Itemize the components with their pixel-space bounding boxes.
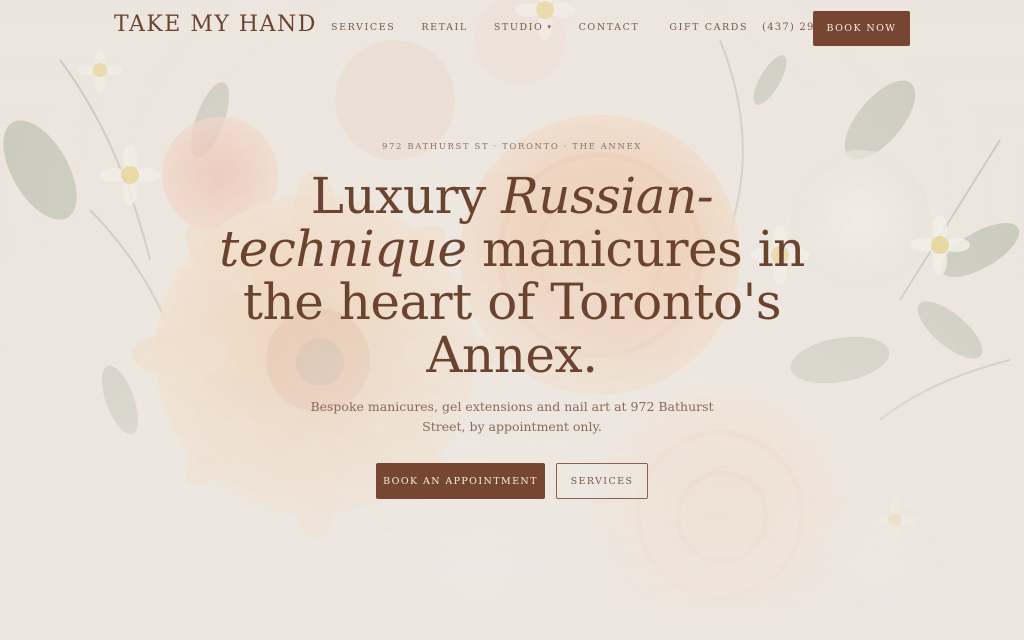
services-button[interactable]: SERVICES [556,463,648,499]
hero-subtext: Bespoke manicures, gel extensions and na… [310,399,714,434]
headline-part-1: Luxury [310,167,502,225]
chevron-down-icon: ▾ [547,23,553,31]
main-nav: SERVICES RETAIL STUDIO ▾ CONTACT GIFT CAR… [331,22,857,33]
book-appointment-button[interactable]: BOOK AN APPOINTMENT [376,463,545,499]
nav-item-studio-label: STUDIO [493,22,544,33]
brand-logo[interactable]: TAKE MY HAND [114,12,317,37]
book-now-button[interactable]: BOOK NOW [813,11,910,46]
nav-item-studio[interactable]: STUDIO ▾ [494,22,553,33]
nav-item-contact[interactable]: CONTACT [579,22,640,33]
hero-eyebrow-address: 972 BATHURST ST · TORONTO · THE ANNEX [382,142,642,152]
nav-item-services[interactable]: SERVICES [331,22,395,33]
nav-item-gift-cards[interactable]: GIFT CARDS [669,22,748,33]
site-header: TAKE MY HAND SERVICES RETAIL STUDIO ▾ CON… [0,0,1024,56]
nav-item-retail[interactable]: RETAIL [421,22,467,33]
hero-headline: Luxury Russian-technique manicures in th… [212,170,812,382]
